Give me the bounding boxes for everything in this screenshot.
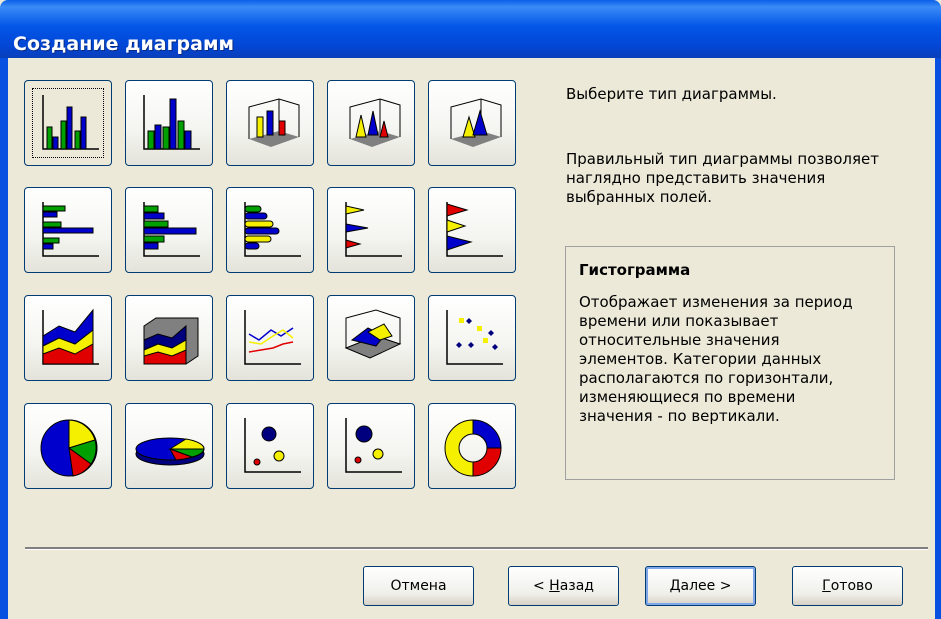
back-label: азад bbox=[559, 578, 594, 594]
pie-3d-chart-icon bbox=[135, 437, 205, 466]
scatter-chart-icon bbox=[446, 310, 503, 365]
area-chart-icon bbox=[42, 308, 99, 365]
surface-3d-chart-icon bbox=[344, 309, 402, 359]
doughnut-chart-icon bbox=[444, 419, 502, 477]
bar-cylinder-chart-icon bbox=[244, 202, 301, 257]
column-stacked-chart-icon bbox=[143, 95, 200, 150]
chart-type-tile-bar-cone-chart[interactable] bbox=[327, 187, 415, 273]
chart-type-tile-line-chart[interactable] bbox=[226, 295, 314, 381]
pie-chart-icon bbox=[40, 419, 98, 477]
bar-stacked-chart-icon bbox=[143, 202, 200, 257]
chart-type-tile-bar-cylinder-chart[interactable] bbox=[226, 187, 314, 273]
area-3d-chart-icon bbox=[143, 317, 199, 365]
chart-type-tile-surface-3d-chart[interactable] bbox=[327, 295, 415, 381]
bubble-3d-chart-icon bbox=[345, 418, 402, 473]
bubble-chart-icon bbox=[244, 418, 301, 473]
chart-type-tile-area-chart[interactable] bbox=[24, 295, 112, 381]
window-title: Создание диаграмм bbox=[13, 33, 235, 55]
finish-label: отово bbox=[830, 578, 873, 594]
cancel-button[interactable]: Отмена bbox=[363, 566, 474, 606]
chart-wizard-dialog: Создание диаграмм Выберите тип диаграммы… bbox=[0, 0, 941, 619]
chart-type-tile-cone-3d-chart[interactable] bbox=[327, 80, 415, 166]
column-3d-chart-icon bbox=[248, 98, 300, 147]
back-prefix: < bbox=[532, 578, 550, 594]
chart-type-tile-pyramid-3d-chart[interactable] bbox=[428, 80, 516, 166]
chart-type-tile-pie-chart[interactable] bbox=[24, 403, 112, 489]
line-chart-icon bbox=[244, 310, 301, 365]
chart-type-tile-area-3d-chart[interactable] bbox=[125, 295, 213, 381]
chart-type-tile-bar-clustered-chart[interactable] bbox=[24, 187, 112, 273]
finish-accel-key: Г bbox=[822, 578, 831, 594]
chart-type-tile-pie-3d-chart[interactable] bbox=[125, 403, 213, 489]
title-bar: Создание диаграмм bbox=[0, 0, 941, 58]
chart-type-tile-column-3d-chart[interactable] bbox=[226, 80, 314, 166]
back-accel-key: Н bbox=[549, 578, 560, 594]
pyramid-3d-chart-icon bbox=[450, 98, 502, 147]
window-frame-left bbox=[0, 58, 8, 619]
chart-type-tile-scatter-chart[interactable] bbox=[428, 295, 516, 381]
separator bbox=[25, 547, 928, 550]
description-box: Гистограмма Отображает изменения за пери… bbox=[565, 246, 895, 480]
chart-type-tile-doughnut-chart[interactable] bbox=[428, 403, 516, 489]
chart-type-tile-bubble-chart[interactable] bbox=[226, 403, 314, 489]
cone-3d-chart-icon bbox=[349, 98, 401, 147]
column-clustered-chart-icon bbox=[42, 95, 99, 150]
back-button[interactable]: < Назад bbox=[508, 566, 619, 606]
chart-type-tile-column-stacked-chart[interactable] bbox=[125, 80, 213, 166]
cancel-label: Отмена bbox=[390, 578, 447, 594]
chart-type-tile-column-clustered-chart[interactable] bbox=[24, 80, 112, 166]
hint-text: Правильный тип диаграммы позволяет нагля… bbox=[566, 150, 879, 206]
next-accel-key: Д bbox=[669, 578, 681, 594]
chart-type-tile-bubble-3d-chart[interactable] bbox=[327, 403, 415, 489]
bar-clustered-chart-icon bbox=[42, 202, 99, 257]
description-body: Отображает изменения за период времени и… bbox=[579, 293, 853, 425]
prompt-text: Выберите тип диаграммы. bbox=[566, 85, 777, 103]
finish-button[interactable]: Готово bbox=[792, 566, 903, 606]
description-title: Гистограмма bbox=[579, 261, 691, 279]
next-label: алее > bbox=[680, 578, 732, 594]
next-button[interactable]: Далее > bbox=[645, 566, 756, 606]
chart-type-tile-bar-stacked-chart[interactable] bbox=[125, 187, 213, 273]
bar-pyramid-chart-icon bbox=[446, 202, 503, 257]
bar-cone-chart-icon bbox=[345, 202, 402, 257]
chart-type-tile-bar-pyramid-chart[interactable] bbox=[428, 187, 516, 273]
window-frame-right bbox=[935, 58, 941, 619]
